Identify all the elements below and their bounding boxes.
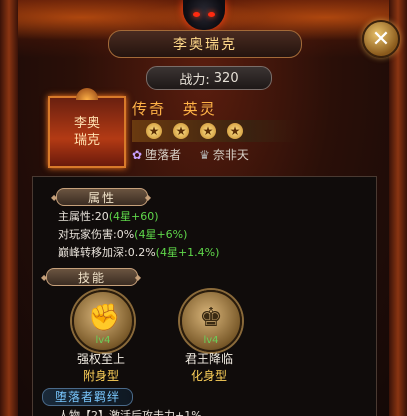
skills-header: 技能 bbox=[41, 268, 143, 286]
skill-name: 强权至上 bbox=[76, 352, 125, 366]
skill-button-1[interactable]: ✊ lv4 bbox=[72, 290, 134, 352]
skill-type: 附身型 bbox=[82, 369, 119, 383]
skill-name: 君王降临 bbox=[184, 352, 233, 366]
fist-icon: ✊ bbox=[88, 303, 121, 333]
skill-level: lv4 bbox=[203, 335, 219, 346]
hero-detail-panel: 李奥瑞克 ✕ 战力: 320 李奥瑞克 传奇 英灵 ★ ★ ★ ★ ✿ 堕落者 … bbox=[0, 0, 407, 416]
tag-label: 奈非天 bbox=[212, 148, 249, 162]
right-frame bbox=[389, 0, 407, 416]
rank-label: 传奇 bbox=[132, 100, 167, 118]
king-figure-icon: ♚ bbox=[199, 303, 223, 333]
class-label: 英灵 bbox=[182, 100, 217, 118]
left-frame bbox=[0, 0, 18, 416]
power-label: 战力: bbox=[179, 72, 210, 88]
hero-rank: 传奇 英灵 bbox=[132, 98, 217, 119]
fallen-faction-icon: ✿ bbox=[132, 147, 143, 162]
tag-nephalem: ♛ 奈非天 bbox=[199, 146, 249, 163]
close-button[interactable]: ✕ bbox=[362, 20, 400, 58]
star-icon: ★ bbox=[227, 123, 243, 139]
attribute-line: 巅峰转移加深:0.2%(4星+1.4%) bbox=[58, 246, 220, 259]
star-icon: ★ bbox=[146, 123, 162, 139]
panel-title: 李奥瑞克 bbox=[173, 37, 237, 53]
star-rating: ★ ★ ★ ★ bbox=[132, 120, 298, 142]
crown-crest-icon bbox=[76, 88, 98, 100]
hero-portrait[interactable]: 李奥瑞克 bbox=[48, 88, 126, 168]
power-display: 战力: 320 bbox=[146, 66, 272, 90]
skill-type: 化身型 bbox=[190, 369, 227, 383]
hero-archetype-icon: ♛ bbox=[199, 147, 210, 162]
hero-tags: ✿ 堕落者 ♛ 奈非天 bbox=[132, 146, 249, 163]
close-x-icon: ✕ bbox=[371, 26, 391, 52]
star-icon: ★ bbox=[200, 123, 216, 139]
star-icon: ★ bbox=[173, 123, 189, 139]
portrait-name: 李奥瑞克 bbox=[73, 116, 100, 148]
attribute-line: 对玩家伤害:0%(4星+6%) bbox=[58, 228, 188, 241]
tag-fallen: ✿ 堕落者 bbox=[132, 146, 181, 163]
tag-label: 堕落者 bbox=[145, 148, 182, 162]
attributes-header: 属性 bbox=[51, 188, 153, 206]
attribute-line: 主属性:20(4星+60) bbox=[58, 210, 159, 223]
skill-level: lv4 bbox=[95, 335, 111, 346]
skill-button-2[interactable]: ♚ lv4 bbox=[180, 290, 242, 352]
faction-bond-header: 堕落者羁绊 bbox=[42, 388, 134, 406]
faction-bond-line: 人物【2】激活后攻击力+1% bbox=[58, 409, 202, 416]
power-value: 320 bbox=[213, 70, 239, 86]
title-bar: 李奥瑞克 bbox=[108, 30, 302, 58]
